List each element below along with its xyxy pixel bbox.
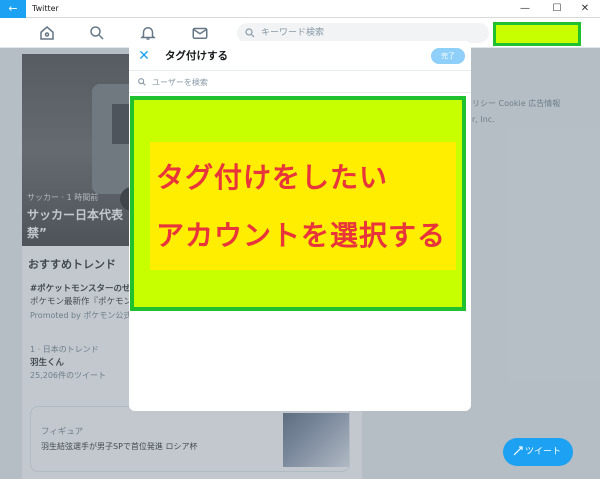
search-placeholder: キーワード検索 [261,28,325,38]
window-titlebar: ← Twitter — ☐ ✕ [0,0,600,18]
highlight-box-account [493,22,581,46]
notifications-bell-icon[interactable] [139,24,157,42]
tweet-button-label: ツイート [525,447,562,457]
search-icon [138,78,146,86]
tweet-button[interactable]: ツイート [503,438,573,466]
annotation-line-2: アカウントを選択する [156,219,447,252]
annotation-callout: タグ付けをしたい アカウントを選択する [130,96,466,311]
explore-search-icon[interactable] [88,24,106,42]
minimize-button[interactable]: — [510,0,540,18]
user-search-input[interactable] [152,71,452,93]
annotation-line-1: タグ付けをしたい [156,161,389,194]
close-icon[interactable]: ✕ [135,47,153,65]
dialog-title: タグ付けする [165,50,228,62]
close-window-button[interactable]: ✕ [570,0,600,18]
keyword-search-bar[interactable]: キーワード検索 [237,23,489,43]
dialog-header: ✕ タグ付けする 完了 [129,41,471,71]
back-button[interactable]: ← [0,0,26,18]
annotation-text-box: タグ付けをしたい アカウントを選択する [150,142,456,270]
home-icon[interactable] [38,24,56,42]
search-icon [245,28,255,38]
messages-envelope-icon[interactable] [191,24,209,42]
compose-plume-icon [513,446,523,456]
maximize-button[interactable]: ☐ [542,0,572,18]
done-button[interactable]: 完了 [431,48,465,64]
user-search-row [129,71,471,93]
window-title: Twitter [32,4,59,13]
